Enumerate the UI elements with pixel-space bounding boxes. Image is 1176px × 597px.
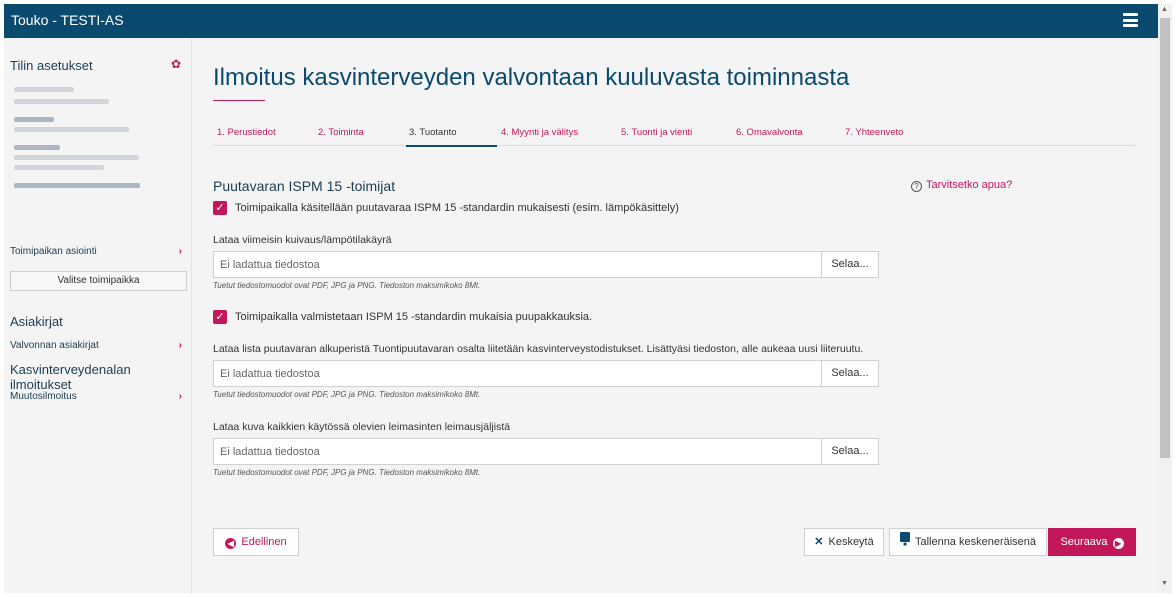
checkbox-label: Toimipaikalla käsitellään puutavaraa ISP… bbox=[235, 201, 679, 214]
scrollbar[interactable]: ▲ ▼ bbox=[1158, 4, 1172, 593]
chevron-right-icon: › bbox=[178, 391, 182, 402]
help-label: Tarvitsetko apua? bbox=[926, 179, 1013, 191]
documents-heading: Asiakirjat bbox=[10, 314, 63, 329]
account-settings-heading: Tilin asetukset bbox=[10, 58, 93, 73]
step-tabs: 1. Perustiedot 2. Toiminta 3. Tuotanto 4… bbox=[213, 118, 1135, 147]
check-row-packaging: ✓ Toimipaikalla valmistetaan ISPM 15 -sta… bbox=[213, 310, 592, 324]
scroll-up-icon[interactable]: ▲ bbox=[1161, 6, 1168, 13]
close-icon: ✕ bbox=[814, 536, 824, 548]
upload2-browse-button[interactable]: Selaa... bbox=[821, 361, 878, 386]
redacted-text bbox=[14, 127, 129, 132]
tab-operations[interactable]: 2. Toiminta bbox=[318, 127, 364, 138]
active-tab-indicator bbox=[406, 145, 497, 147]
redacted-text bbox=[14, 87, 74, 92]
upload1-placeholder: Ei ladattua tiedostoa bbox=[220, 259, 320, 271]
app-title: Touko - TESTI-AS bbox=[11, 12, 124, 28]
upload3-hint: Tuetut tiedostomuodot ovat PDF, JPG ja P… bbox=[213, 468, 481, 477]
save-draft-button[interactable]: ■ Tallenna keskeneräisenä bbox=[889, 528, 1047, 556]
main-content: Ilmoitus kasvinterveyden valvontaan kuul… bbox=[193, 38, 1158, 593]
save-icon: ■ bbox=[899, 532, 910, 548]
notifications-heading: Kasvinterveydenalan ilmoitukset bbox=[10, 362, 131, 392]
redacted-text bbox=[14, 155, 139, 160]
cancel-button[interactable]: ✕ Keskeytä bbox=[804, 528, 884, 556]
redacted-text bbox=[14, 165, 104, 170]
arrow-left-icon: ◀ bbox=[225, 538, 237, 549]
tab-sales[interactable]: 4. Myynti ja välitys bbox=[501, 127, 578, 138]
upload3-browse-button[interactable]: Selaa... bbox=[821, 439, 878, 464]
sidebar-item-change-notification[interactable]: Muutosilmoitus › bbox=[10, 391, 186, 402]
section-title: Puutavaran ISPM 15 -toimijat bbox=[213, 178, 396, 194]
sidebar-item-label: Muutosilmoitus bbox=[10, 391, 77, 402]
tab-import-export[interactable]: 5. Tuonti ja vienti bbox=[621, 127, 692, 138]
packaging-checkbox[interactable]: ✓ bbox=[213, 310, 227, 324]
chevron-right-icon: › bbox=[178, 340, 182, 351]
tab-production[interactable]: 3. Tuotanto bbox=[409, 127, 457, 138]
upload2-hint: Tuetut tiedostomuodot ovat PDF, JPG ja P… bbox=[213, 390, 481, 399]
upload3-label: Lataa kuva kaikkien käytössä olevien lei… bbox=[213, 421, 511, 433]
redacted-text bbox=[14, 183, 140, 188]
scroll-down-icon[interactable]: ▼ bbox=[1161, 580, 1168, 587]
help-link[interactable]: ? Tarvitsetko apua? bbox=[911, 179, 1012, 192]
tab-self-monitoring[interactable]: 6. Omavalvonta bbox=[736, 127, 803, 138]
app-window: Touko - TESTI-AS Tilin asetukset ✿ Toimi… bbox=[4, 4, 1158, 593]
upload2-label: Lataa lista puutavaran alkuperistä Tuont… bbox=[213, 343, 864, 355]
previous-label: Edellinen bbox=[241, 536, 287, 548]
treatment-checkbox[interactable]: ✓ bbox=[213, 201, 227, 215]
upload2-field[interactable]: Ei ladattua tiedostoa Selaa... bbox=[213, 360, 879, 387]
upload1-hint: Tuetut tiedostomuodot ovat PDF, JPG ja P… bbox=[213, 281, 481, 290]
save-draft-label: Tallenna keskeneräisenä bbox=[914, 536, 1037, 548]
chevron-right-icon: › bbox=[178, 246, 182, 257]
cancel-label: Keskeytä bbox=[828, 536, 874, 548]
sidebar: Tilin asetukset ✿ Toimipaikan asiointi ›… bbox=[4, 38, 192, 593]
upload3-placeholder: Ei ladattua tiedostoa bbox=[220, 446, 320, 458]
hamburger-menu-icon[interactable] bbox=[1123, 13, 1138, 27]
tab-summary[interactable]: 7. Yhteenveto bbox=[845, 127, 903, 138]
redacted-text bbox=[14, 99, 109, 104]
sidebar-item-site-business[interactable]: Toimipaikan asiointi › bbox=[10, 246, 186, 257]
upload1-field[interactable]: Ei ladattua tiedostoa Selaa... bbox=[213, 251, 879, 278]
select-site-button[interactable]: Valitse toimipaikka bbox=[10, 271, 187, 291]
next-button[interactable]: Seuraava ▶ bbox=[1048, 528, 1136, 556]
scrollbar-thumb[interactable] bbox=[1160, 18, 1170, 458]
gear-icon[interactable]: ✿ bbox=[171, 58, 183, 70]
sidebar-item-label: Toimipaikan asiointi bbox=[10, 246, 97, 257]
question-icon: ? bbox=[911, 181, 922, 192]
previous-button[interactable]: ◀ Edellinen bbox=[213, 528, 299, 556]
upload1-browse-button[interactable]: Selaa... bbox=[821, 252, 878, 277]
tab-basic-info[interactable]: 1. Perustiedot bbox=[217, 127, 276, 138]
title-underline bbox=[213, 100, 265, 101]
sidebar-item-label: Valvonnan asiakirjat bbox=[10, 340, 99, 351]
upload1-label: Lataa viimeisin kuivaus/lämpötilakäyrä bbox=[213, 234, 392, 246]
redacted-text bbox=[14, 117, 54, 122]
sidebar-item-supervision-docs[interactable]: Valvonnan asiakirjat › bbox=[10, 340, 186, 351]
upload2-placeholder: Ei ladattua tiedostoa bbox=[220, 368, 320, 380]
upload3-field[interactable]: Ei ladattua tiedostoa Selaa... bbox=[213, 438, 879, 465]
arrow-right-icon: ▶ bbox=[1112, 538, 1124, 549]
checkbox-label: Toimipaikalla valmistetaan ISPM 15 -stan… bbox=[235, 310, 593, 323]
top-bar: Touko - TESTI-AS bbox=[4, 4, 1158, 38]
redacted-text bbox=[14, 145, 60, 150]
next-label: Seuraava bbox=[1060, 536, 1108, 548]
page-title: Ilmoitus kasvinterveyden valvontaan kuul… bbox=[213, 64, 850, 91]
check-row-treatment: ✓ Toimipaikalla käsitellään puutavaraa IS… bbox=[213, 201, 679, 215]
